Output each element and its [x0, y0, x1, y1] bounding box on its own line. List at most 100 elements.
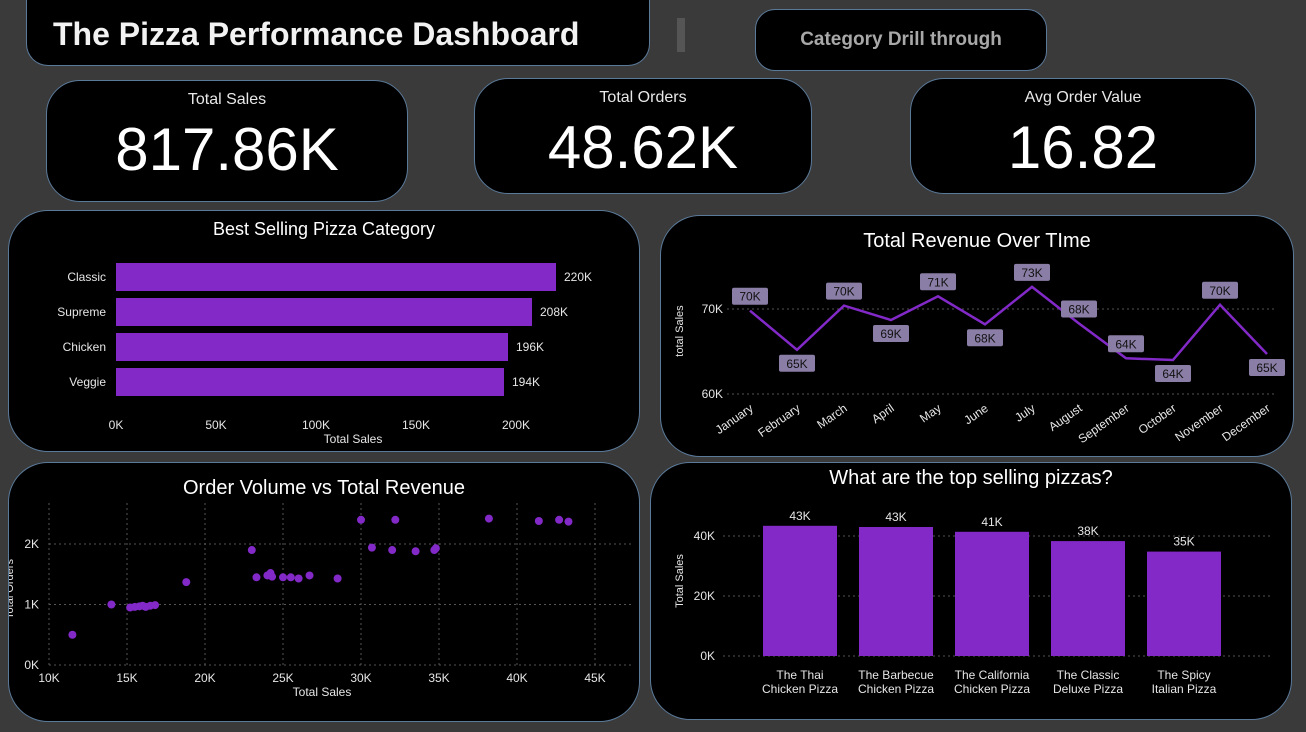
scatter-point [391, 515, 400, 524]
data-label: 70K [739, 290, 760, 304]
x-tick-label: The Barbecue [858, 668, 934, 682]
data-label: 73K [1021, 266, 1042, 280]
scatter-point [555, 515, 564, 524]
x-axis-label: Total Sales [324, 432, 383, 446]
scatter-point [411, 547, 420, 556]
bar-supreme [116, 298, 532, 326]
x-tick-label: 25K [272, 671, 293, 685]
data-label: 65K [1256, 361, 1277, 375]
scatter-point [357, 515, 365, 524]
x-tick-label: Chicken Pizza [954, 682, 1030, 696]
y-tick-label: 40K [694, 529, 715, 543]
x-tick-label: November [1172, 401, 1225, 444]
scatter-point [431, 544, 440, 553]
category-drill-through-button[interactable]: Category Drill through [755, 9, 1047, 71]
kpi-card-total-orders: Total Orders 48.62K [474, 78, 812, 194]
data-label: 65K [786, 357, 807, 371]
data-label: 41K [981, 515, 1002, 529]
scatter-point [305, 571, 314, 580]
x-tick-label: 20K [194, 671, 215, 685]
scatter-point [534, 517, 543, 526]
category-label: Classic [67, 270, 106, 284]
x-tick-label: Italian Pizza [1152, 682, 1217, 696]
x-axis-label: Total Sales [293, 685, 352, 699]
data-label: 64K [1162, 367, 1183, 381]
x-tick-label: 200K [502, 418, 530, 432]
data-label: 194K [512, 375, 540, 389]
x-tick-label: 40K [506, 671, 527, 685]
x-tick-label: 150K [402, 418, 430, 432]
x-tick-label: 10K [38, 671, 59, 685]
kpi-label: Total Orders [599, 89, 687, 106]
x-tick-label: The Spicy [1157, 668, 1210, 682]
x-tick-label: 35K [428, 671, 449, 685]
scatter-point [151, 601, 160, 610]
data-label: 70K [1209, 284, 1230, 298]
y-axis-label: total Sales [674, 305, 686, 357]
dashboard-title-box: The Pizza Performance Dashboard [26, 0, 650, 66]
bar-top-pizza [955, 531, 1029, 656]
y-axis-label: Total Orders [9, 559, 16, 619]
data-label: 71K [927, 275, 948, 289]
header-divider [677, 18, 685, 52]
scatter-chart-panel: Order Volume vs Total Revenue 0K 1K 2K 10K 1… [8, 462, 640, 722]
bar-top-pizza [1147, 551, 1221, 656]
data-label: 35K [1173, 535, 1194, 549]
kpi-value: 48.62K [547, 114, 739, 181]
x-tick-label: The Thai [776, 668, 823, 682]
scatter-point [484, 514, 493, 523]
top-pizzas-chart-panel: What are the top selling pizzas? 0K 20K 40… [650, 462, 1292, 720]
y-tick-label: 70K [702, 302, 723, 316]
data-label: 220K [564, 270, 592, 284]
y-tick-label: 0K [24, 658, 39, 672]
scatter-point [294, 574, 303, 583]
scatter-point [182, 578, 191, 587]
x-tick-label: October [1136, 401, 1179, 437]
data-label: 38K [1077, 524, 1098, 538]
x-tick-label: January [713, 401, 756, 437]
x-tick-label: February [755, 401, 802, 440]
x-tick-label: March [814, 401, 849, 432]
y-tick-label: 0K [700, 649, 715, 663]
kpi-label: Avg Order Value [1024, 89, 1142, 106]
x-tick-label: The California [955, 668, 1030, 682]
kpi-label: Total Sales [187, 91, 267, 108]
scatter-point [564, 517, 573, 526]
y-tick-label: 60K [702, 387, 723, 401]
category-chart-panel: Best Selling Pizza Category Classic 220K S… [8, 210, 640, 452]
data-label: 69K [880, 327, 901, 341]
x-tick-label: July [1012, 401, 1038, 425]
y-axis-label: Total Sales [674, 554, 686, 608]
x-tick-label: 0K [109, 418, 124, 432]
x-tick-label: 50K [205, 418, 226, 432]
x-tick-label: 30K [350, 671, 371, 685]
revenue-line-chart: 60K 70K total Sales 70K January 65K February 70… [674, 263, 1285, 446]
x-tick-label: May [917, 401, 944, 425]
scatter-point [333, 574, 342, 583]
scatter-point [388, 546, 397, 555]
data-label: 68K [1068, 302, 1089, 316]
scatter-point [107, 600, 116, 609]
category-bar-chart: Classic 220K Supreme 208K Chicken 196K Veggie 1… [57, 263, 592, 446]
scatter-point [279, 573, 287, 582]
bar-chicken [116, 333, 508, 361]
category-label: Veggie [69, 375, 106, 389]
x-tick-label: December [1219, 401, 1272, 444]
x-tick-label: Chicken Pizza [762, 682, 838, 696]
dashboard-title: The Pizza Performance Dashboard [53, 16, 580, 52]
data-label: 70K [833, 285, 854, 299]
bar-classic [116, 263, 556, 291]
x-tick-label: 45K [584, 671, 605, 685]
bar-veggie [116, 368, 504, 396]
scatter-point [68, 630, 77, 639]
x-tick-label: The Classic [1057, 668, 1120, 682]
scatter-point [367, 543, 376, 552]
x-tick-label: April [869, 401, 897, 426]
scatter-point [268, 572, 277, 581]
kpi-value: 817.86K [115, 116, 339, 183]
orders-vs-revenue-scatter: 0K 1K 2K 10K 15K 20K 25K 30K 35K 40K 45K Total Sale… [9, 503, 631, 699]
x-tick-label: September [1076, 401, 1132, 446]
kpi-card-avg-order-value: Avg Order Value 16.82 [910, 78, 1256, 194]
x-tick-label: June [961, 401, 991, 428]
revenue-chart-panel: Total Revenue Over TIme 60K 70K total Sale… [660, 215, 1294, 457]
